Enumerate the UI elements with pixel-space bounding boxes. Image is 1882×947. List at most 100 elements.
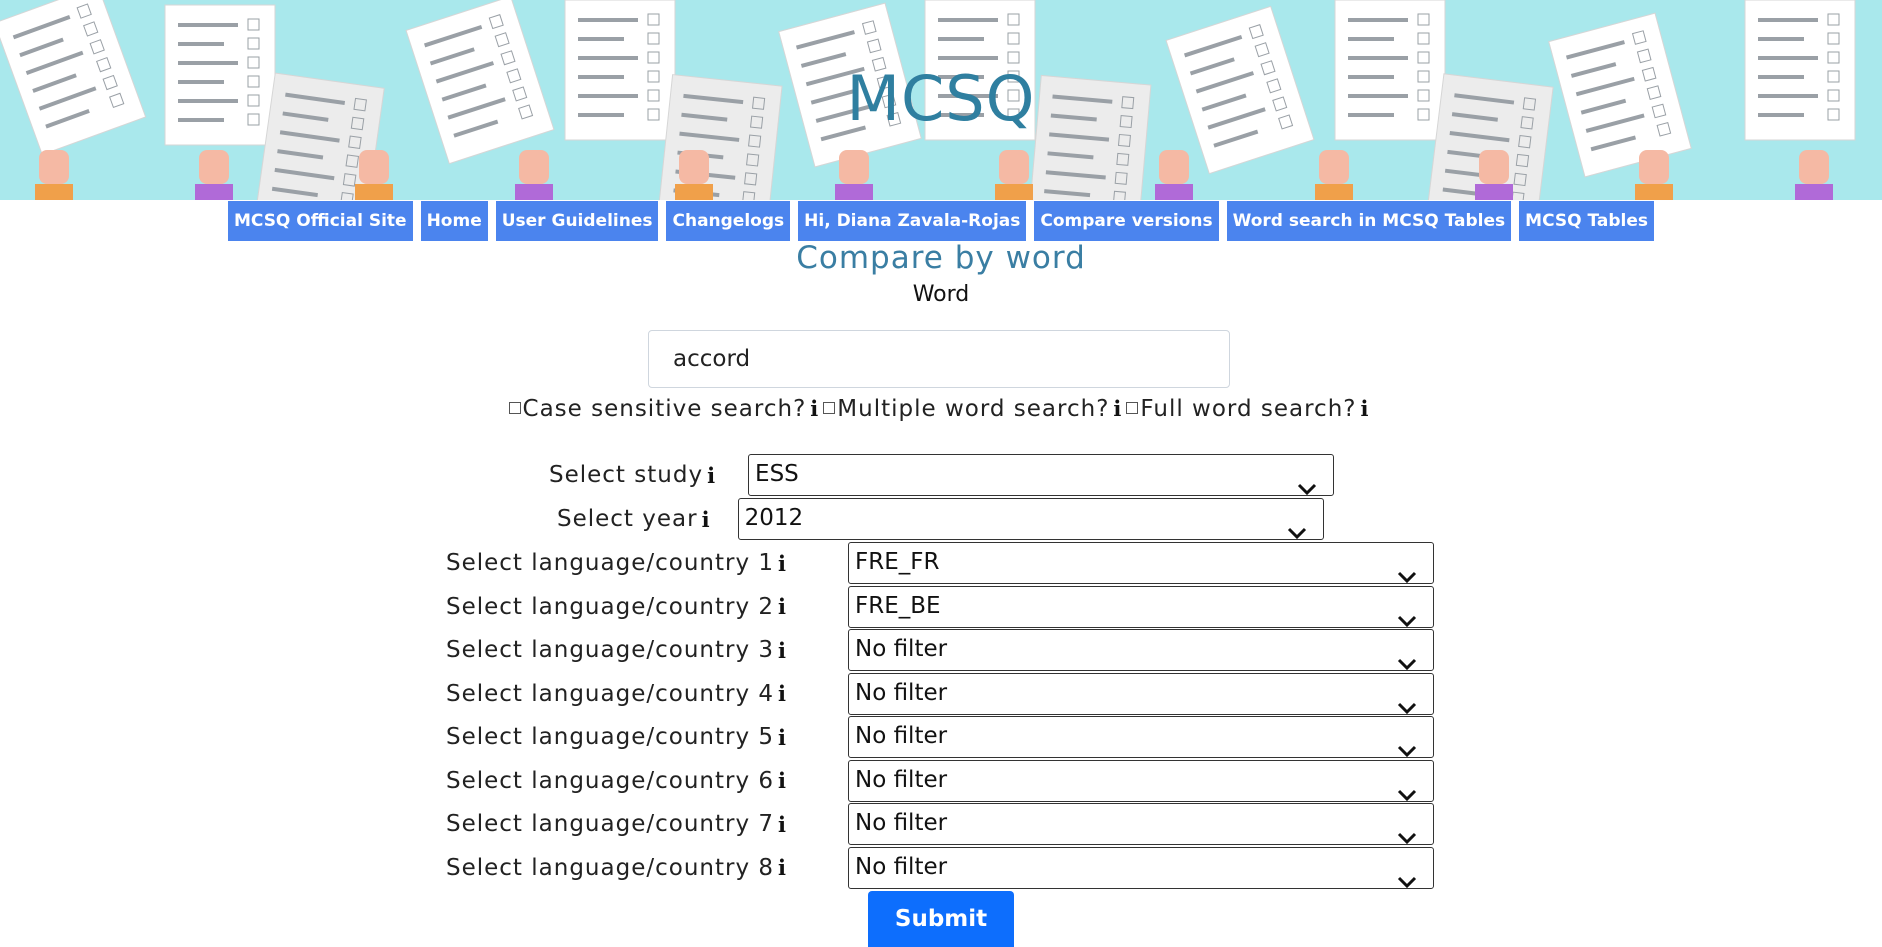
- option-label: Full word search?: [1140, 396, 1357, 422]
- language-3-row: Select language/country 3 i No filter: [446, 629, 1434, 671]
- sleeve-cuff: [835, 184, 873, 200]
- main-nav: MCSQ Official Site Home User Guidelines Cha…: [0, 201, 1882, 241]
- info-icon[interactable]: i: [1113, 396, 1122, 421]
- language-1-row: Select language/country 1 i FRE_FR: [446, 542, 1434, 584]
- language-8-selected-value: No filter: [854, 853, 948, 880]
- language-2-row: Select language/country 2 i FRE_BE: [446, 585, 1434, 628]
- language-1-select[interactable]: FRE_FR: [847, 542, 1434, 584]
- info-icon[interactable]: i: [778, 551, 786, 576]
- language-2-selected-value: FRE_BE: [854, 592, 941, 619]
- info-icon[interactable]: i: [707, 463, 715, 488]
- language-5-label: Select language/country 5: [446, 724, 774, 750]
- language-2-label: Select language/country 2: [446, 593, 774, 620]
- nav-word-search[interactable]: Word search in MCSQ Tables: [1226, 201, 1512, 241]
- info-icon[interactable]: i: [778, 855, 786, 880]
- nav-home[interactable]: Home: [420, 201, 488, 241]
- info-icon[interactable]: i: [810, 396, 819, 421]
- hand: [1479, 150, 1509, 184]
- nav-user-guidelines[interactable]: User Guidelines: [495, 201, 659, 241]
- hand: [679, 150, 709, 184]
- study-label: Select study: [549, 462, 704, 488]
- language-4-row: Select language/country 4 i No filter: [446, 672, 1434, 715]
- info-icon[interactable]: i: [778, 768, 786, 793]
- sleeve-cuff: [195, 184, 233, 200]
- search-options: Case sensitive search? i Multiple word sea…: [0, 396, 1882, 422]
- language-1-label: Select language/country 1: [446, 550, 774, 576]
- sleeve-cuff: [1315, 184, 1353, 200]
- study-select[interactable]: ESS: [748, 454, 1335, 496]
- language-7-label: Select language/country 7: [446, 811, 774, 837]
- hand: [359, 150, 389, 184]
- year-select[interactable]: 2012: [737, 498, 1324, 540]
- sleeve-cuff: [675, 184, 713, 200]
- option-checkbox[interactable]: [1126, 402, 1139, 414]
- study-row: Select study i ESS: [549, 454, 1335, 496]
- hand: [999, 150, 1029, 184]
- info-icon[interactable]: i: [778, 725, 786, 750]
- sleeve-cuff: [515, 184, 553, 200]
- language-8-select[interactable]: No filter: [847, 846, 1434, 889]
- language-7-selected-value: No filter: [854, 810, 948, 836]
- language-7-row: Select language/country 7 i No filter: [446, 803, 1434, 845]
- option-label: Multiple word search?: [837, 396, 1110, 422]
- hand: [39, 150, 69, 184]
- info-icon[interactable]: i: [778, 594, 786, 619]
- language-6-label: Select language/country 6: [446, 767, 774, 794]
- language-7-select[interactable]: No filter: [847, 803, 1434, 845]
- word-input[interactable]: [648, 330, 1230, 388]
- language-1-selected-value: FRE_FR: [854, 549, 940, 575]
- sleeve-cuff: [35, 184, 73, 200]
- language-5-select[interactable]: No filter: [847, 716, 1434, 758]
- language-3-label: Select language/country 3: [446, 637, 774, 663]
- hand: [199, 150, 229, 184]
- option-label: Case sensitive search?: [522, 396, 807, 422]
- hand: [1159, 150, 1189, 184]
- option-checkbox[interactable]: [508, 402, 521, 414]
- hand: [519, 150, 549, 184]
- nav-mcsq-tables[interactable]: MCSQ Tables: [1519, 201, 1654, 241]
- sleeve-cuff: [1795, 184, 1833, 200]
- year-selected-value: 2012: [744, 505, 804, 531]
- year-label: Select year: [557, 506, 698, 532]
- sleeve-cuff: [1155, 184, 1193, 200]
- study-selected-value: ESS: [755, 461, 799, 487]
- language-6-selected-value: No filter: [854, 766, 948, 793]
- sleeve-cuff: [1475, 184, 1513, 200]
- language-6-select[interactable]: No filter: [847, 759, 1434, 802]
- header-banner: MCSQ: [0, 0, 1882, 200]
- word-label: Word: [912, 282, 970, 307]
- language-4-select[interactable]: No filter: [847, 672, 1434, 715]
- year-row: Select year i 2012: [557, 498, 1324, 540]
- option-checkbox[interactable]: [823, 402, 836, 414]
- nav-compare-versions[interactable]: Compare versions: [1034, 201, 1219, 241]
- hand: [1319, 150, 1349, 184]
- language-5-row: Select language/country 5 i No filter: [446, 716, 1434, 758]
- language-8-label: Select language/country 8: [446, 854, 774, 881]
- site-title: MCSQ: [846, 62, 1036, 135]
- info-icon[interactable]: i: [1360, 396, 1369, 421]
- language-8-row: Select language/country 8 i No filter: [446, 846, 1434, 889]
- info-icon[interactable]: i: [778, 638, 786, 663]
- info-icon[interactable]: i: [778, 812, 786, 837]
- submit-button[interactable]: Submit: [868, 891, 1014, 947]
- language-4-label: Select language/country 4: [446, 680, 774, 707]
- nav-user-greeting[interactable]: Hi, Diana Zavala-Rojas: [798, 201, 1027, 241]
- hand: [839, 150, 869, 184]
- info-icon[interactable]: i: [778, 681, 786, 706]
- language-2-select[interactable]: FRE_BE: [847, 585, 1434, 628]
- info-icon[interactable]: i: [702, 507, 710, 532]
- language-3-select[interactable]: No filter: [847, 629, 1434, 671]
- hand: [1799, 150, 1829, 184]
- sleeve-cuff: [1635, 184, 1673, 200]
- language-4-selected-value: No filter: [854, 679, 948, 706]
- nav-changelogs[interactable]: Changelogs: [666, 201, 791, 241]
- page-title: Compare by word: [796, 240, 1086, 276]
- sleeve-cuff: [995, 184, 1033, 200]
- sleeve-cuff: [355, 184, 393, 200]
- language-3-selected-value: No filter: [854, 636, 948, 662]
- language-6-row: Select language/country 6 i No filter: [446, 759, 1434, 802]
- hand: [1639, 150, 1669, 184]
- language-5-selected-value: No filter: [854, 723, 948, 749]
- chevron-down-icon: [1397, 862, 1417, 901]
- nav-mcsq-official-site[interactable]: MCSQ Official Site: [227, 201, 413, 241]
